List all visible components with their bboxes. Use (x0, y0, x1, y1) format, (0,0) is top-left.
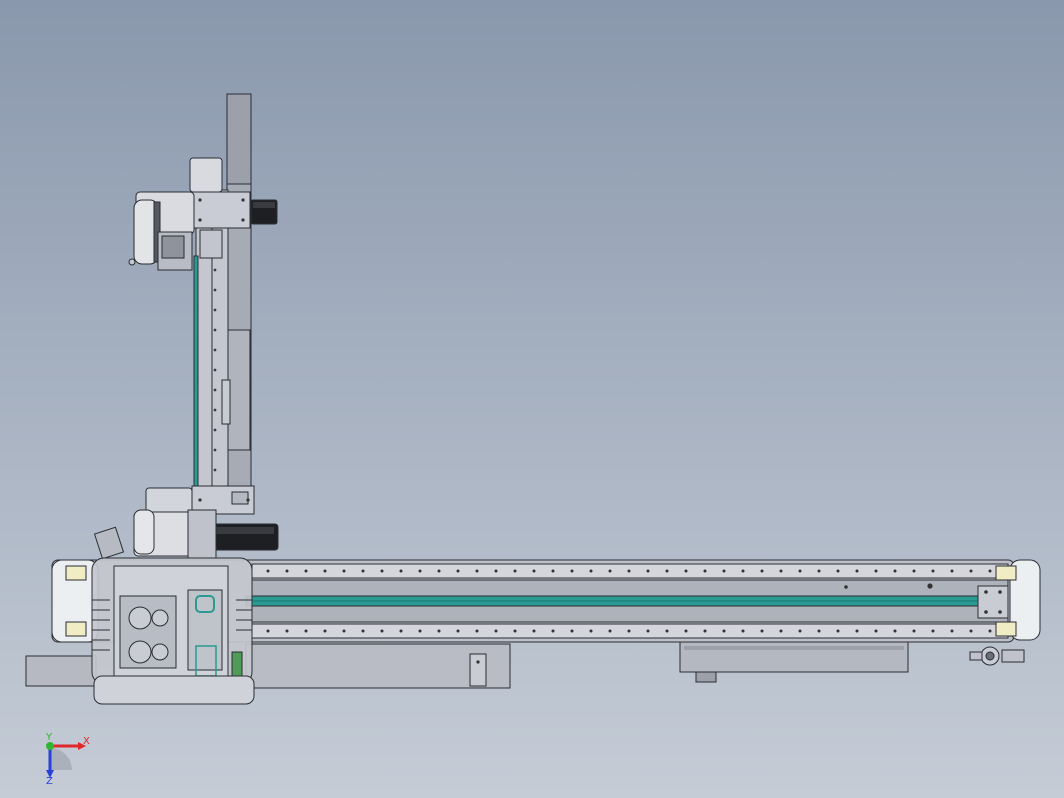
beam-bolt (969, 629, 973, 633)
beam-bolt (893, 629, 897, 633)
beam-bolt (627, 569, 631, 573)
triad-z-label: Z (46, 776, 53, 787)
beam-bolt (931, 629, 935, 633)
beam-bolt (684, 569, 688, 573)
beam-bolt (836, 629, 840, 633)
right-tensioner-block (977, 585, 1009, 619)
beam-bolt (703, 629, 707, 633)
beam-bolt (551, 629, 555, 633)
beam-bolt (931, 569, 935, 573)
beam-bolt (608, 569, 612, 573)
beam-bolt (912, 629, 916, 633)
beam-bolt (874, 569, 878, 573)
beam-bolt (266, 569, 270, 573)
beam-bolt (494, 569, 498, 573)
beam-bolt (342, 629, 346, 633)
beam-bolt (988, 569, 992, 573)
horizontal-axis-assembly (25, 557, 1041, 705)
beam-bolt (475, 569, 479, 573)
beam-bolt (361, 629, 365, 633)
beam-bolt (779, 629, 783, 633)
beam-bolt (684, 629, 688, 633)
lower-gripper-bracket (145, 487, 193, 515)
beam-bolt (475, 629, 479, 633)
triad-y-label: Y (46, 732, 53, 743)
beam-bolt (589, 569, 593, 573)
beam-bolt (570, 629, 574, 633)
beam-bolt (361, 569, 365, 573)
beam-bolt (570, 569, 574, 573)
beam-bolt (874, 629, 878, 633)
beam-bolt (665, 629, 669, 633)
beam-bolt (817, 569, 821, 573)
beam-bolt (741, 629, 745, 633)
beam-bolt (399, 629, 403, 633)
beam-bolt (304, 569, 308, 573)
beam-bolt (912, 569, 916, 573)
beam-bolt (285, 629, 289, 633)
beam-bolt (418, 569, 422, 573)
beam-bolt (893, 569, 897, 573)
beam-bolt (513, 569, 517, 573)
vertical-teal-rail (193, 255, 199, 507)
beam-bolt (532, 569, 536, 573)
beam-bolt (969, 569, 973, 573)
cad-viewport[interactable]: X Y Z (0, 0, 1064, 798)
left-stub-arm (25, 655, 97, 687)
beam-bolt (418, 629, 422, 633)
beam-bolt (665, 569, 669, 573)
beam-bolt (342, 569, 346, 573)
beam-bolt (323, 569, 327, 573)
vertical-axis-assembly (93, 93, 279, 560)
x-carriage-base (93, 675, 255, 705)
beam-bolt (722, 629, 726, 633)
beam-bolt (285, 569, 289, 573)
beam-bolt (456, 629, 460, 633)
beam-bolt (988, 629, 992, 633)
beam-bolt (741, 569, 745, 573)
triad-y-dot (46, 742, 54, 750)
beam-bolt (836, 569, 840, 573)
beam-bolt (627, 629, 631, 633)
beam-bolt (760, 629, 764, 633)
beam-bolt (589, 629, 593, 633)
upper-carriage-plate (191, 191, 251, 229)
triad-x-label: X (83, 736, 90, 747)
beam-bolt (779, 569, 783, 573)
beam-bolt (437, 569, 441, 573)
beam-bolt (456, 569, 460, 573)
beam-bolt (399, 569, 403, 573)
beam-bolt (551, 569, 555, 573)
beam-bolt (380, 629, 384, 633)
beam-bolt (855, 629, 859, 633)
beam-bolt (323, 629, 327, 633)
beam-bolt (532, 629, 536, 633)
beam-bolt (817, 629, 821, 633)
beam-bolt (513, 629, 517, 633)
beam-bolt (380, 569, 384, 573)
beam-bolt (437, 629, 441, 633)
beam-bolt (494, 629, 498, 633)
beam-bolt (722, 569, 726, 573)
coordinate-triad (46, 742, 86, 778)
beam-bolt (798, 629, 802, 633)
beam-bolt (798, 569, 802, 573)
beam-bolt (608, 629, 612, 633)
beam-bolt (646, 569, 650, 573)
beam-bolt (646, 629, 650, 633)
beam-bolt (760, 569, 764, 573)
gantry-assembly-drawing (25, 93, 1041, 778)
cable-carrier-vertical (227, 329, 251, 451)
upper-gripper-bracket (189, 157, 223, 193)
beam-bolt (855, 569, 859, 573)
beam-bolt (950, 569, 954, 573)
beam-bolt (950, 629, 954, 633)
beam-bolt (304, 629, 308, 633)
beam-bolt (703, 569, 707, 573)
beam-bolt (266, 629, 270, 633)
